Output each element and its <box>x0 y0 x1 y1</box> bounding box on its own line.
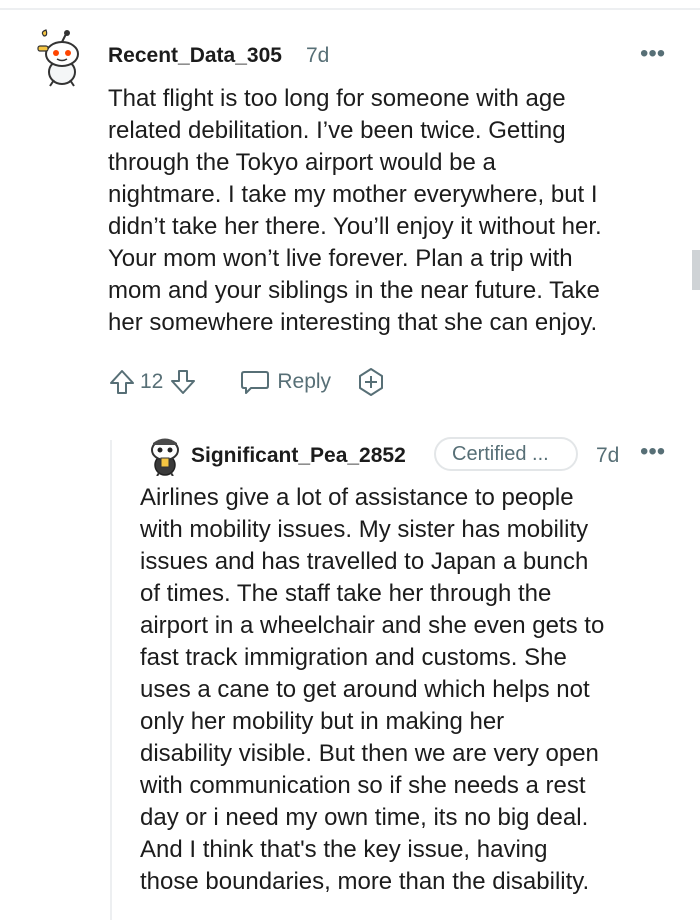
reply-body-line: of times. The staff take her through the <box>140 580 552 607</box>
reply-body-line: with mobility issues. My sister has mobi… <box>140 516 589 543</box>
comment-username[interactable]: Recent_Data_305 <box>108 44 282 68</box>
reply-body-line: with communication so if she needs a res… <box>140 772 586 799</box>
comment-body-line: That flight is too long for someone with… <box>108 85 566 112</box>
comment-body-line: Your mom won’t live forever. Plan a trip… <box>108 245 573 272</box>
upvote-button[interactable] <box>106 366 138 398</box>
reply-body-line: uses a cane to get around which helps no… <box>140 676 590 703</box>
reply-body-line: those boundaries, more than the disabili… <box>140 868 590 895</box>
scrollbar-thumb[interactable] <box>692 250 700 290</box>
reply-body-line: only her mobility but in making her <box>140 708 505 735</box>
upvote-arrow-icon <box>110 370 134 394</box>
downvote-button[interactable] <box>167 366 199 398</box>
speech-bubble-icon <box>241 371 270 394</box>
comment-body-line: through the Tokyo airport would be a <box>108 149 496 176</box>
reply-body: Airlines give a lot of assistance to peo… <box>140 482 690 898</box>
comment-body-line: didn’t take her there. You’ll enjoy it w… <box>108 213 602 240</box>
reply-user-avatar[interactable] <box>146 432 184 477</box>
reply-body-line: issues and has travelled to Japan a bunc… <box>140 548 589 575</box>
reply-body-line: And I think that's the key issue, having <box>140 836 548 863</box>
reply-button[interactable]: Reply <box>239 368 331 396</box>
comment-action-bar: 12 Reply <box>106 366 387 398</box>
reply-body-line: day or i need my own time, its no big de… <box>140 804 589 831</box>
comment-more-options-icon[interactable]: ••• <box>640 40 665 68</box>
comment-body: That flight is too long for someone with… <box>108 83 688 339</box>
reply-body-line: airport in a wheelchair and she even get… <box>140 612 605 639</box>
vote-score: 12 <box>140 370 164 393</box>
award-button[interactable] <box>355 366 387 398</box>
reply-more-options-icon[interactable]: ••• <box>640 438 665 466</box>
user-avatar[interactable] <box>36 28 88 88</box>
top-divider <box>0 8 700 10</box>
thread-line[interactable] <box>110 440 112 920</box>
reply-body-line: disability visible. But then we are very… <box>140 740 599 767</box>
reply-label: Reply <box>277 370 332 393</box>
comment-body-line: her somewhere interesting that she can e… <box>108 309 598 336</box>
downvote-arrow-icon <box>171 370 196 394</box>
comment-body-line: nightmare. I take my mother everywhere, … <box>108 181 598 208</box>
user-flair-badge: Certified ... <box>434 437 578 471</box>
comment-body-line: mom and your siblings in the near future… <box>108 277 600 304</box>
snoo-avatar-icon <box>37 29 79 87</box>
reply-username[interactable]: Significant_Pea_2852 <box>191 444 406 468</box>
comment-body-line: related debilitation. I’ve been twice. G… <box>108 117 566 144</box>
comment-timestamp[interactable]: 7d <box>306 44 329 68</box>
reply-timestamp[interactable]: 7d <box>596 444 619 468</box>
reply-body-line: Airlines give a lot of assistance to peo… <box>140 484 574 511</box>
reply-body-line: fast track immigration and customs. She <box>140 644 567 671</box>
snoo-avatar-icon <box>151 438 179 477</box>
award-plus-icon <box>359 368 384 396</box>
